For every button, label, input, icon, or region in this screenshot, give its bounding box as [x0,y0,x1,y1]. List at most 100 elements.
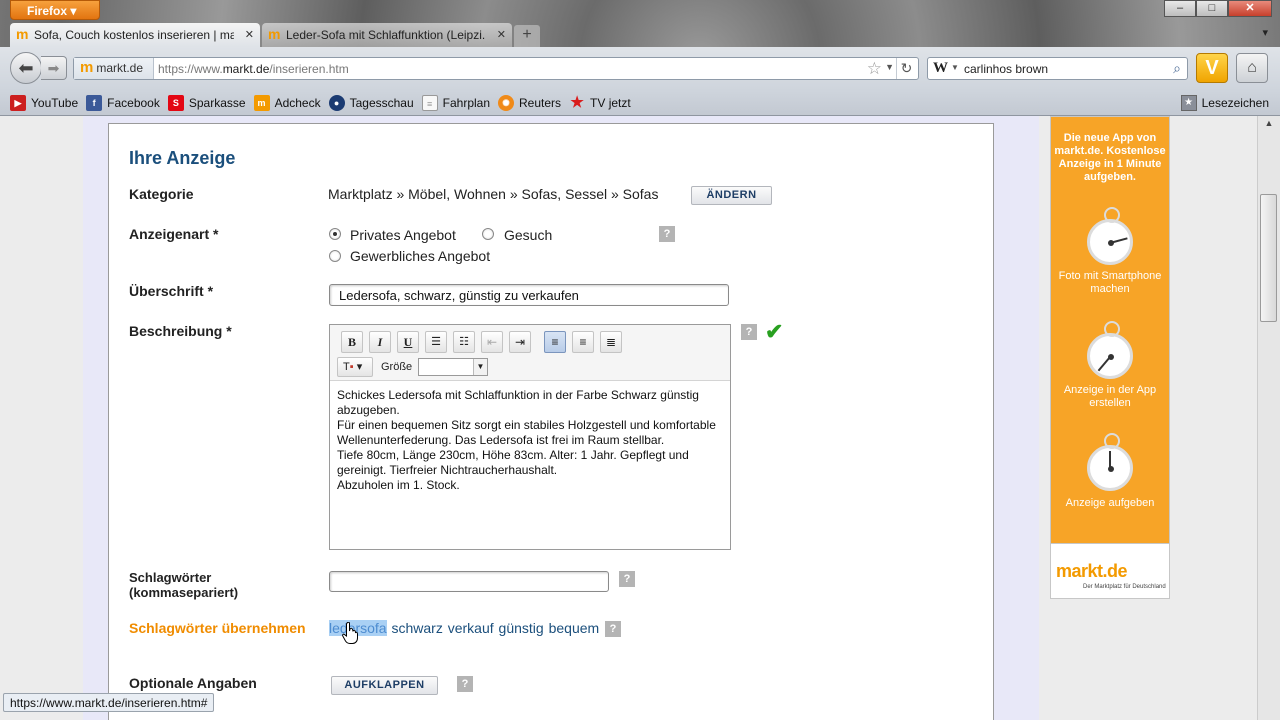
indent-icon[interactable]: ⇥ [509,331,531,353]
keywords-input[interactable] [329,571,609,592]
description-label: Beschreibung * [129,323,232,339]
tab-list-button[interactable]: ▾ [1262,26,1268,39]
url-history-dropdown-icon[interactable]: ▼ [885,62,894,72]
page-icon: ≡ [421,95,438,111]
home-icon: ⌂ [1247,59,1257,76]
align-center-icon[interactable]: ≡ [572,331,594,353]
form-title: Ihre Anzeige [129,148,236,168]
home-button[interactable]: ⌂ [1236,53,1268,83]
help-icon[interactable]: ? [619,571,635,587]
tab-leder-sofa[interactable]: m Leder-Sofa mit Schlaffunktion (Leipzi.… [262,23,512,47]
ad-logo-box[interactable]: markt.de Der Marktplatz für Deutschland [1050,543,1170,599]
tab-title: Sofa, Couch kostenlos inserieren | ma... [34,28,234,42]
search-engine-dropdown-icon[interactable]: ▼ [951,63,959,72]
italic-button[interactable]: I [369,331,391,353]
stopwatch-icon [1087,321,1133,379]
maximize-button[interactable]: □ [1196,0,1228,17]
page-scrollbar[interactable]: ▲ [1257,116,1280,720]
markt-favicon-icon: m [16,26,29,42]
page-content: Ihre Anzeige Kategorie Marktplatz » Möbe… [0,116,1257,720]
tab-sofa-inserieren[interactable]: m Sofa, Couch kostenlos inserieren | ma.… [10,23,260,47]
tab-title: Leder-Sofa mit Schlaffunktion (Leipzi... [286,28,486,42]
bold-button[interactable]: B [341,331,363,353]
bookmark-adcheck[interactable]: m Adcheck [253,91,321,115]
radio-commercial-offer[interactable] [329,250,341,262]
stopwatch-icon [1087,207,1133,265]
tab-close-icon[interactable]: ✕ [245,28,254,41]
back-button[interactable]: ⬅ [10,52,42,84]
help-icon[interactable]: ? [741,324,757,340]
search-input[interactable]: carlinhos brown [964,62,1048,76]
minimize-button[interactable]: – [1164,0,1196,17]
firefox-menu-button[interactable]: Firefox ▾ [10,0,100,20]
wikipedia-icon[interactable]: W [933,60,948,77]
scrollbar-thumb[interactable] [1260,194,1277,322]
markt-favicon-icon: m [268,26,281,42]
tab-close-icon[interactable]: ✕ [497,28,506,41]
bookmark-facebook[interactable]: f Facebook [86,91,160,115]
markt-slogan: Der Marktplatz für Deutschland [1083,584,1166,590]
help-icon[interactable]: ? [659,226,675,242]
scroll-up-icon[interactable]: ▲ [1260,118,1278,134]
headline-input[interactable]: Ledersofa, schwarz, günstig zu verkaufen [329,284,729,306]
description-textarea[interactable]: Schickes Ledersofa mit Schlaffunktion in… [337,388,727,493]
bookmark-tagesschau[interactable]: ● Tagesschau [328,91,414,115]
underline-button[interactable]: U [397,331,419,353]
optional-label: Optionale Angaben [129,675,257,691]
bookmark-tv-jetzt[interactable]: ★ TV jetzt [569,91,630,115]
radio-request-label[interactable]: Gesuch [504,227,552,243]
url-bar[interactable]: m markt.de https://www.markt.de/inseriere… [73,57,919,80]
radio-private-offer[interactable] [329,228,341,240]
change-category-button[interactable]: ÄNDERN [691,186,772,205]
radio-commercial-offer-label[interactable]: Gewerbliches Angebot [350,248,490,264]
forward-button[interactable]: ➡ [41,56,67,80]
keyword-tag[interactable]: schwarz [391,620,442,636]
ad-form: Ihre Anzeige Kategorie Marktplatz » Möbe… [108,123,994,720]
search-bar[interactable]: W ▼ carlinhos brown ⌕ [927,57,1188,80]
bookmark-reuters[interactable]: ✺ Reuters [498,91,561,115]
help-icon[interactable]: ? [605,621,621,637]
ordered-list-icon[interactable]: ☰ [425,331,447,353]
keyword-tag[interactable]: günstig [499,620,544,636]
youtube-icon: ▶ [10,95,26,111]
ad-step-3: Anzeige aufgeben [1065,497,1155,509]
bookmark-youtube[interactable]: ▶ YouTube [10,91,78,115]
bookmark-star-icon[interactable]: ☆ [867,59,882,79]
tab-strip: m Sofa, Couch kostenlos inserieren | ma.… [10,23,540,47]
font-size-select[interactable]: ▼ [418,358,488,376]
keywords-label: Schlagwörter (kommasepariert) [129,570,239,600]
close-window-button[interactable]: ✕ [1228,0,1272,17]
bookmark-sparkasse[interactable]: S Sparkasse [167,91,246,115]
align-left-icon[interactable]: ≡ [544,331,566,353]
keyword-tag[interactable]: bequem [549,620,600,636]
bookmarks-menu-button[interactable]: ★ Lesezeichen [1180,95,1269,111]
align-justify-icon[interactable]: ≣ [600,331,622,353]
window-controls: – □ ✕ [1164,0,1272,17]
ad-headline: Die neue App von markt.de. Kostenlose An… [1054,132,1166,183]
outdent-icon[interactable]: ⇤ [481,331,503,353]
stopwatch-icon [1087,433,1133,491]
radio-request[interactable] [482,228,494,240]
keyword-tag[interactable]: verkauf [448,620,494,636]
reuters-icon: ✺ [498,95,515,111]
unordered-list-icon[interactable]: ☷ [453,331,475,353]
expand-optional-button[interactable]: AUFKLAPPEN [331,676,438,695]
status-bar-link: https://www.markt.de/inserieren.htm# [3,693,215,712]
bookmarks-star-icon: ★ [1180,95,1197,111]
hand-cursor-icon [342,622,358,644]
ad-column: Die neue App von markt.de. Kostenlose An… [1040,116,1257,720]
bookmark-fahrplan[interactable]: ≡ Fahrplan [421,91,490,115]
app-advertisement[interactable]: Die neue App von markt.de. Kostenlose An… [1050,116,1170,598]
url-text[interactable]: https://www.markt.de/inserieren.htm [158,62,349,76]
search-icon[interactable]: ⌕ [1173,60,1181,77]
text-color-icon[interactable]: T▪ ▾ [337,357,373,377]
new-tab-button[interactable]: + [514,25,540,47]
reload-icon[interactable]: ↻ [896,58,916,79]
keyword-suggestions: ledersofa schwarz verkauf günstig bequem [329,620,600,636]
help-icon[interactable]: ? [457,676,473,692]
addon-v-icon[interactable]: V [1196,53,1228,83]
radio-private-offer-label[interactable]: Privates Angebot [350,227,456,243]
site-identity-button[interactable]: m markt.de [74,58,154,79]
checkmark-icon: ✔ [765,319,784,344]
arrow-left-icon: ⬅ [18,58,34,78]
